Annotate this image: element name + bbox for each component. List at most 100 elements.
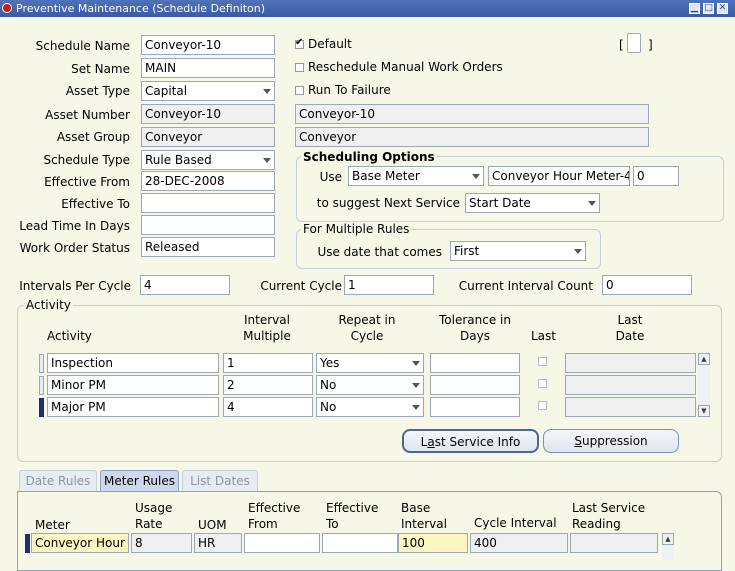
- current-row-marker[interactable]: [39, 398, 44, 417]
- suggest-next-service-label: to suggest Next Service: [316, 196, 460, 210]
- last-service-reading-field: [570, 533, 658, 553]
- cycle-interval-column-header: Cycle Interval: [474, 516, 557, 530]
- set-name-field[interactable]: MAIN: [141, 58, 275, 78]
- activity-field[interactable]: Inspection: [47, 353, 219, 373]
- last-service-reading-column-header: Last Service Reading: [572, 501, 646, 531]
- set-name-label: Set Name: [71, 62, 130, 76]
- scroll-down-icon[interactable]: ▼: [698, 405, 710, 417]
- chevron-down-icon: [263, 89, 271, 94]
- last-date-field: [565, 397, 696, 417]
- use-date-value: First: [454, 244, 480, 258]
- suppression-button[interactable]: Suppression: [543, 429, 679, 453]
- work-order-status-label: Work Order Status: [19, 241, 130, 255]
- current-cycle-field[interactable]: 1: [344, 275, 434, 295]
- tolerance-column-header: Tolerance in Days: [439, 313, 511, 343]
- descriptive-flexfield[interactable]: [627, 33, 641, 53]
- interval-multiple-field[interactable]: 2: [223, 375, 313, 395]
- tolerance-field[interactable]: [430, 353, 520, 373]
- oracle-logo-icon: [2, 3, 12, 13]
- scroll-up-icon[interactable]: ▲: [662, 533, 674, 545]
- asset-number-field[interactable]: Conveyor-10: [141, 104, 275, 124]
- suggest-next-service-value: Start Date: [469, 196, 531, 210]
- base-interval-field[interactable]: 100: [398, 533, 468, 553]
- run-to-failure-label: Run To Failure: [308, 83, 391, 97]
- repeat-in-cycle-select[interactable]: No: [316, 375, 424, 395]
- asset-type-value: Capital: [145, 84, 188, 98]
- effective-from-field[interactable]: 28-DEC-2008: [141, 171, 275, 191]
- close-icon[interactable]: ✕: [717, 3, 728, 14]
- repeat-in-cycle-select[interactable]: No: [316, 397, 424, 417]
- interval-multiple-field[interactable]: 4: [223, 397, 313, 417]
- usage-rate-column-header: Usage Rate: [135, 501, 173, 531]
- uom-column-header: UOM: [198, 518, 227, 532]
- cycle-interval-field: 400: [470, 533, 568, 553]
- meter-rules-scrollbar[interactable]: ▲: [662, 533, 674, 560]
- tolerance-field[interactable]: [430, 375, 520, 395]
- intervals-per-cycle-label: Intervals Per Cycle: [19, 279, 131, 293]
- work-order-status-field[interactable]: Released: [141, 237, 275, 257]
- current-interval-count-field[interactable]: 0: [602, 275, 692, 295]
- asset-group-field[interactable]: Conveyor: [141, 127, 275, 147]
- effective-to-field[interactable]: [322, 533, 398, 553]
- current-interval-count-label: Current Interval Count: [458, 279, 593, 293]
- schedule-type-select[interactable]: Rule Based: [141, 150, 275, 170]
- schedule-type-value: Rule Based: [145, 153, 212, 167]
- use-select[interactable]: Base Meter: [348, 166, 484, 186]
- interval-multiple-field[interactable]: 1: [223, 353, 313, 373]
- window-title: Preventive Maintenance (Schedule Definit…: [16, 2, 266, 15]
- current-row-marker[interactable]: [25, 534, 30, 553]
- repeat-in-cycle-select[interactable]: Yes: [316, 353, 424, 373]
- window-title-bar: Preventive Maintenance (Schedule Definit…: [0, 0, 735, 17]
- asset-type-select[interactable]: Capital: [141, 81, 275, 101]
- last-service-info-button[interactable]: Last Service Info: [402, 429, 539, 453]
- row-marker[interactable]: [39, 376, 44, 395]
- last-checkbox[interactable]: [538, 401, 547, 410]
- asset-number-description: Conveyor-10: [295, 104, 649, 124]
- activity-field[interactable]: Major PM: [47, 397, 219, 417]
- chevron-down-icon: [412, 361, 420, 366]
- interval-multiple-column-header: Interval Multiple: [243, 313, 291, 343]
- reschedule-label: Reschedule Manual Work Orders: [308, 60, 503, 74]
- use-value: Base Meter: [352, 169, 420, 183]
- last-checkbox[interactable]: [538, 357, 547, 366]
- uom-field: HR: [194, 533, 242, 553]
- default-checkbox[interactable]: [295, 37, 304, 49]
- activity-field[interactable]: Minor PM: [47, 375, 219, 395]
- lead-time-field[interactable]: [141, 215, 275, 235]
- tab-meter-rules[interactable]: Meter Rules: [100, 470, 179, 492]
- tab-list-dates[interactable]: List Dates: [182, 470, 258, 492]
- last-date-field: [565, 353, 696, 373]
- suggest-next-service-select[interactable]: Start Date: [465, 193, 600, 213]
- minimize-icon[interactable]: ▁: [689, 3, 700, 14]
- effective-to-label: Effective To: [61, 197, 130, 211]
- schedule-name-field[interactable]: Conveyor-10: [141, 35, 275, 55]
- effective-to-column-header: Effective To: [326, 501, 379, 531]
- asset-group-label: Asset Group: [56, 130, 130, 144]
- lead-time-label: Lead Time In Days: [19, 219, 130, 233]
- meter-field[interactable]: Conveyor Hour M: [31, 533, 129, 553]
- use-date-select[interactable]: First: [450, 241, 586, 261]
- tab-date-rules[interactable]: Date Rules: [19, 470, 97, 492]
- tolerance-field[interactable]: [430, 397, 520, 417]
- chevron-down-icon: [588, 201, 596, 206]
- maximize-icon[interactable]: □: [703, 3, 714, 14]
- schedule-name-label: Schedule Name: [35, 39, 130, 53]
- last-date-field: [565, 375, 696, 395]
- scroll-up-icon[interactable]: ▲: [698, 353, 710, 365]
- row-marker[interactable]: [39, 354, 44, 373]
- intervals-per-cycle-field[interactable]: 4: [140, 275, 230, 295]
- reschedule-checkbox[interactable]: [295, 63, 304, 72]
- dff-close-bracket: ]: [648, 38, 653, 52]
- meter-value-field[interactable]: 0: [633, 166, 679, 186]
- asset-group-description: Conveyor: [295, 127, 649, 147]
- chevron-down-icon: [412, 405, 420, 410]
- last-checkbox[interactable]: [538, 379, 547, 388]
- run-to-failure-checkbox[interactable]: [295, 86, 304, 95]
- meter-name-field[interactable]: Conveyor Hour Meter-411: [488, 166, 630, 186]
- activity-scrollbar[interactable]: ▲ ▼: [698, 353, 710, 417]
- effective-to-field[interactable]: [141, 193, 275, 213]
- scheduling-options-title: Scheduling Options: [301, 150, 437, 164]
- usage-rate-field: 8: [131, 533, 192, 553]
- effective-from-field[interactable]: [244, 533, 320, 553]
- multiple-rules-title: For Multiple Rules: [301, 222, 412, 236]
